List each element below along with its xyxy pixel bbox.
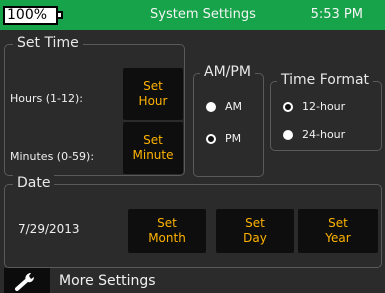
24-hour-radio-option[interactable]: 24-hour bbox=[283, 128, 345, 141]
time-format-group: Time Format 12-hour 24-hour bbox=[270, 72, 382, 151]
pm-radio-button[interactable] bbox=[206, 133, 216, 144]
wrench-icon bbox=[15, 272, 34, 291]
date-legend: Date bbox=[13, 175, 55, 191]
page-title: System Settings bbox=[150, 7, 256, 22]
set-day-button[interactable]: Set Day bbox=[216, 209, 294, 253]
more-settings-label: More Settings bbox=[59, 273, 156, 289]
set-time-legend: Set Time bbox=[13, 35, 83, 51]
am-label: AM bbox=[225, 100, 243, 113]
24-hour-radio-button[interactable] bbox=[283, 129, 293, 140]
clock-time: 5:53 PM bbox=[310, 7, 363, 22]
minutes-label: Minutes (0-59): bbox=[10, 150, 95, 163]
date-value: 7/29/2013 bbox=[18, 222, 80, 236]
set-minute-button[interactable]: Set Minute bbox=[123, 122, 183, 174]
battery-indicator: 100% bbox=[3, 6, 58, 25]
time-format-legend: Time Format bbox=[277, 72, 374, 88]
pm-radio-option[interactable]: PM bbox=[206, 132, 241, 145]
hours-label: Hours (1-12): bbox=[10, 92, 83, 105]
system-settings-screen: 100% System Settings 5:53 PM Set Time Ho… bbox=[0, 0, 385, 293]
ampm-legend: AM/PM bbox=[200, 64, 255, 80]
pm-label: PM bbox=[225, 132, 242, 145]
battery-tip bbox=[58, 11, 63, 19]
12-hour-radio-button[interactable] bbox=[283, 101, 293, 112]
more-settings-button[interactable]: More Settings bbox=[0, 268, 385, 293]
am-radio-option[interactable]: AM bbox=[206, 100, 242, 113]
12-hour-radio-option[interactable]: 12-hour bbox=[283, 100, 345, 113]
battery-level-text: 100% bbox=[7, 7, 48, 23]
set-year-button[interactable]: Set Year bbox=[298, 209, 378, 253]
set-hour-button[interactable]: Set Hour bbox=[123, 68, 183, 120]
status-header: 100% System Settings 5:53 PM bbox=[0, 0, 385, 30]
ampm-group: AM/PM AM PM bbox=[193, 64, 264, 177]
24-hour-label: 24-hour bbox=[302, 128, 346, 141]
set-month-button[interactable]: Set Month bbox=[128, 209, 206, 253]
date-group: Date 7/29/2013 Set Month Set Day Set Yea… bbox=[4, 175, 382, 268]
set-time-group: Set Time Hours (1-12): Set Hour Minutes … bbox=[4, 35, 185, 176]
12-hour-label: 12-hour bbox=[302, 100, 346, 113]
am-radio-button[interactable] bbox=[206, 101, 216, 112]
wrench-icon-box[interactable] bbox=[4, 268, 50, 293]
